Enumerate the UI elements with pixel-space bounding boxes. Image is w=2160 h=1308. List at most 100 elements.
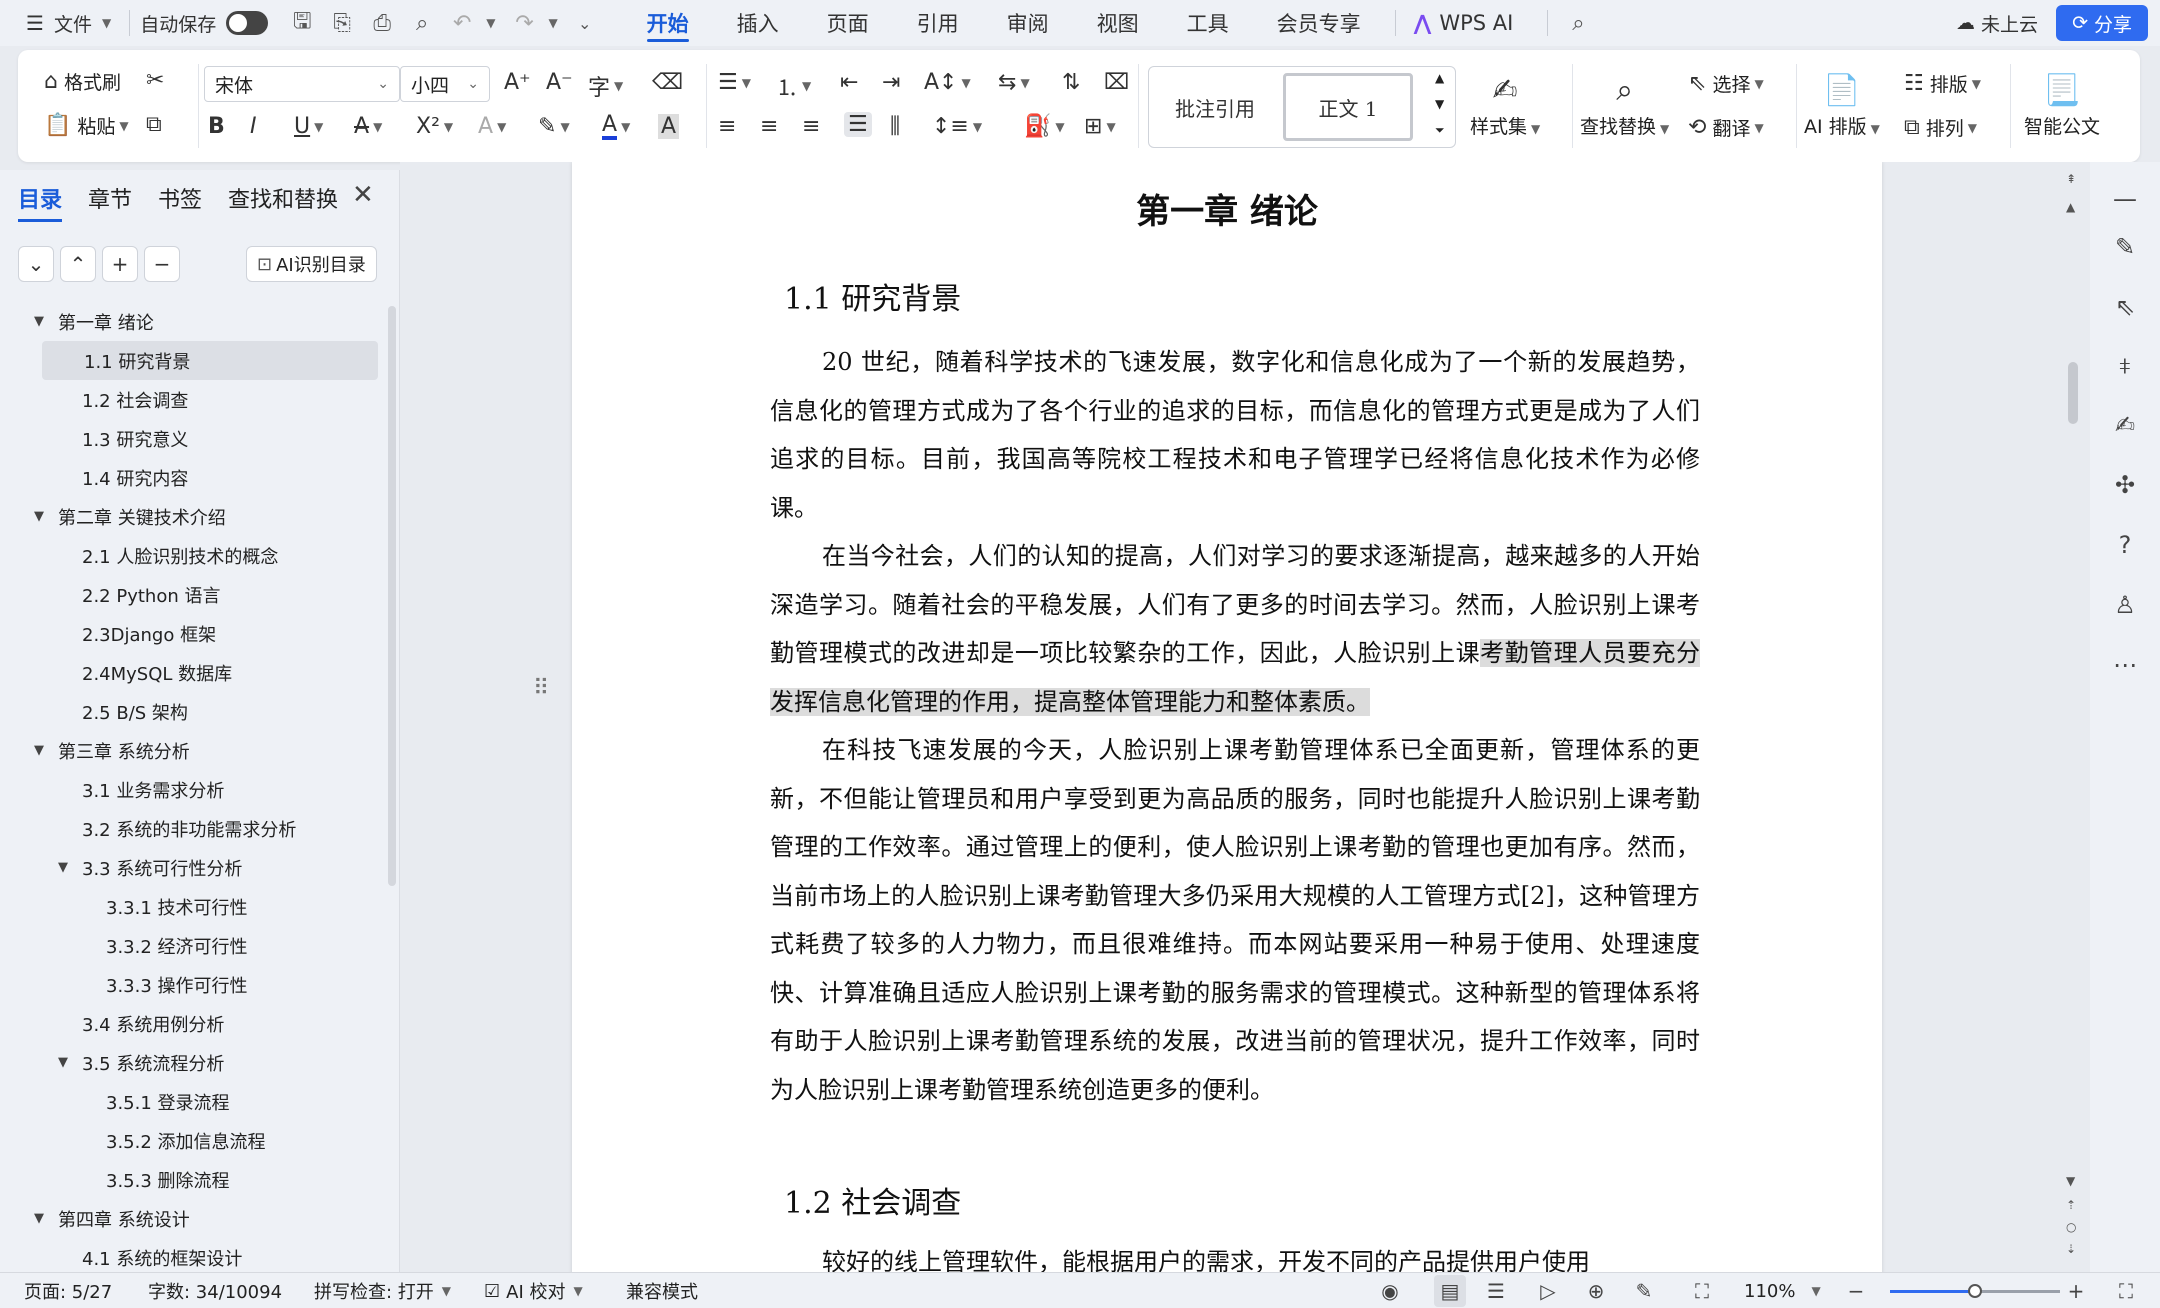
export-icon[interactable]: ⎘: [325, 6, 359, 40]
toc-item[interactable]: 2.4MySQL 数据库: [0, 653, 390, 692]
text-effect-button[interactable]: A ▼: [478, 114, 506, 139]
browse-object-icon[interactable]: ○: [2066, 1220, 2076, 1234]
toc-item[interactable]: 2.3Django 框架: [0, 614, 390, 653]
tab-view[interactable]: 视图: [1073, 0, 1163, 46]
next-page-icon[interactable]: ⇣: [2066, 1242, 2076, 1256]
paragraph[interactable]: 较好的线上管理软件，能根据用户的需求，开发不同的产品提供用户使用: [770, 1238, 1700, 1272]
save-icon[interactable]: 🖫: [285, 6, 319, 40]
font-name-select[interactable]: 宋体 ⌄: [204, 66, 400, 102]
font-shrink-button[interactable]: A⁻: [546, 70, 573, 95]
toc-item[interactable]: 2.5 B/S 架构: [0, 692, 390, 731]
ai-toc-button[interactable]: ⊡ AI识别目录: [246, 246, 377, 282]
font-grow-button[interactable]: A⁺: [504, 70, 531, 95]
align-left-button[interactable]: ≡: [718, 114, 736, 139]
paragraph[interactable]: 20 世纪，随着科学技术的飞速发展，数字化和信息化成为了一个新的发展趋势，信息化…: [770, 338, 1700, 532]
zoom-in-icon[interactable]: +: [2060, 1275, 2092, 1307]
arrange-button[interactable]: ⧉ 排列 ▼: [1904, 114, 1977, 141]
nav-scrollbar[interactable]: [388, 306, 396, 886]
paragraph[interactable]: 在科技飞速发展的今天，人脸识别上课考勤管理体系已全面更新，管理体系的更新，不但能…: [770, 726, 1700, 1114]
font-color-button[interactable]: A ▼: [602, 114, 630, 140]
caret-down-icon[interactable]: ▼: [58, 860, 68, 875]
redo-icon[interactable]: ↷: [507, 6, 541, 40]
borders-button[interactable]: ⊞ ▼: [1084, 114, 1116, 139]
help-icon[interactable]: ?: [2108, 528, 2142, 562]
pen-icon[interactable]: ✎: [1628, 1275, 1660, 1307]
translate-button[interactable]: ⟲ 翻译 ▼: [1688, 114, 1764, 141]
shirt-icon[interactable]: ♙: [2108, 588, 2142, 622]
toc-item[interactable]: 3.2 系统的非功能需求分析: [0, 809, 390, 848]
scrollbar-thumb[interactable]: [2068, 362, 2078, 424]
highlight-button[interactable]: ✎ ▼: [538, 114, 570, 139]
toc-item[interactable]: ▼ 第三章 系统分析: [0, 731, 390, 770]
tools-icon[interactable]: ✣: [2108, 468, 2142, 502]
align-right-button[interactable]: ≡: [802, 114, 820, 139]
format-painter-button[interactable]: ⌂ 格式刷: [44, 68, 121, 95]
fullscreen-icon[interactable]: ⛶: [2110, 1275, 2142, 1307]
file-menu[interactable]: ☰ 文件 ▼: [26, 0, 111, 46]
sign-icon[interactable]: ✍: [2108, 408, 2142, 442]
phonetic-guide-button[interactable]: 字 ▼: [588, 70, 623, 102]
ai-layout-button[interactable]: 📄 AI 排版 ▼: [1804, 68, 1880, 139]
gallery-scroll-up-icon[interactable]: ▲: [1435, 71, 1444, 85]
vertical-scrollbar[interactable]: ⇞ ▲ ▼ ⇡ ○ ⇣: [2058, 162, 2088, 1272]
nav-tab-chapters[interactable]: 章节: [88, 182, 132, 222]
eye-icon[interactable]: ◉: [1374, 1275, 1406, 1307]
distributed-button[interactable]: ⫼: [890, 114, 900, 139]
undo-icon[interactable]: ↶: [445, 6, 479, 40]
toc-item[interactable]: ▼ 第四章 系统设计: [0, 1199, 390, 1238]
clear-format-button[interactable]: ⌫: [652, 70, 683, 95]
chapter-title[interactable]: 第一章 绪论: [572, 184, 1882, 233]
tab-review[interactable]: 审阅: [983, 0, 1073, 46]
tab-references[interactable]: 引用: [893, 0, 983, 46]
more-chevron-icon[interactable]: ⌄: [568, 6, 602, 40]
toc-item[interactable]: 1.3 研究意义: [0, 419, 390, 458]
scroll-down-icon[interactable]: ▼: [2066, 1174, 2075, 1188]
collapse-all-button[interactable]: ⌃: [60, 246, 96, 282]
style-set-button[interactable]: ✍ 样式集 ▼: [1470, 68, 1540, 139]
copy-button[interactable]: ⧉: [146, 112, 162, 137]
section-title[interactable]: 1.2 社会调查: [784, 1178, 961, 1222]
bold-button[interactable]: B: [208, 114, 225, 139]
paste-button[interactable]: 📋 粘贴 ▼: [44, 112, 129, 139]
zoom-out-icon[interactable]: −: [1840, 1275, 1872, 1307]
toc-item[interactable]: 1.4 研究内容: [0, 458, 390, 497]
sort-button[interactable]: ⇅: [1062, 70, 1080, 95]
smart-doc-button[interactable]: 📃 智能公文: [2024, 68, 2100, 139]
caret-down-icon[interactable]: ▼: [34, 1211, 44, 1226]
expand-all-button[interactable]: ⌄: [18, 246, 54, 282]
toc-item[interactable]: 3.5.3 删除流程: [0, 1160, 390, 1199]
tab-member[interactable]: 会员专享: [1253, 0, 1385, 46]
nav-tab-toc[interactable]: 目录: [18, 182, 63, 222]
strikethrough-button[interactable]: A ▼: [354, 114, 382, 139]
pen-icon[interactable]: ✎: [2108, 230, 2142, 264]
print-preview-icon[interactable]: ⌕: [405, 6, 439, 40]
paragraph[interactable]: 在当今社会，人们的认知的提高，人们对学习的要求逐渐提高，越来越多的人开始深造学习…: [770, 532, 1701, 726]
tab-page[interactable]: 页面: [803, 0, 893, 46]
toc-item[interactable]: 2.2 Python 语言: [0, 575, 390, 614]
caret-down-icon[interactable]: ▼: [58, 1055, 68, 1070]
caret-down-icon[interactable]: ▼: [34, 743, 44, 758]
cut-button[interactable]: ✂: [146, 68, 164, 93]
justify-button[interactable]: ☰: [844, 112, 872, 137]
print-icon[interactable]: ⎙: [365, 6, 399, 40]
tab-insert[interactable]: 插入: [713, 0, 803, 46]
sliders-icon[interactable]: ⧧: [2108, 348, 2142, 382]
style-comment-reference[interactable]: 批注引用: [1155, 73, 1275, 141]
asian-layout-button[interactable]: ⇆ ▼: [998, 70, 1030, 95]
numbering-button[interactable]: ⒈ ▼: [776, 70, 811, 102]
zoom-slider-knob[interactable]: [1968, 1284, 1982, 1298]
minimize-panel-icon[interactable]: —: [2108, 182, 2142, 216]
autosave-toggle[interactable]: 自动保存: [140, 0, 269, 46]
remove-heading-button[interactable]: −: [144, 246, 180, 282]
word-count[interactable]: 字数: 34/10094: [148, 1273, 282, 1308]
decrease-indent-button[interactable]: ⇤: [840, 70, 858, 95]
increase-indent-button[interactable]: ⇥: [882, 70, 900, 95]
cursor-icon[interactable]: ⇖: [2108, 290, 2142, 324]
page-indicator[interactable]: 页面: 5/27: [24, 1273, 112, 1308]
add-heading-button[interactable]: +: [102, 246, 138, 282]
fit-page-icon[interactable]: ⛶: [1686, 1275, 1718, 1307]
zoom-level-select[interactable]: 110% ▼: [1744, 1273, 1821, 1308]
close-icon[interactable]: ✕: [352, 180, 374, 210]
shading-button[interactable]: ⛽ ▼: [1024, 114, 1065, 139]
toc-item[interactable]: ▼ 3.3 系统可行性分析: [0, 848, 390, 887]
